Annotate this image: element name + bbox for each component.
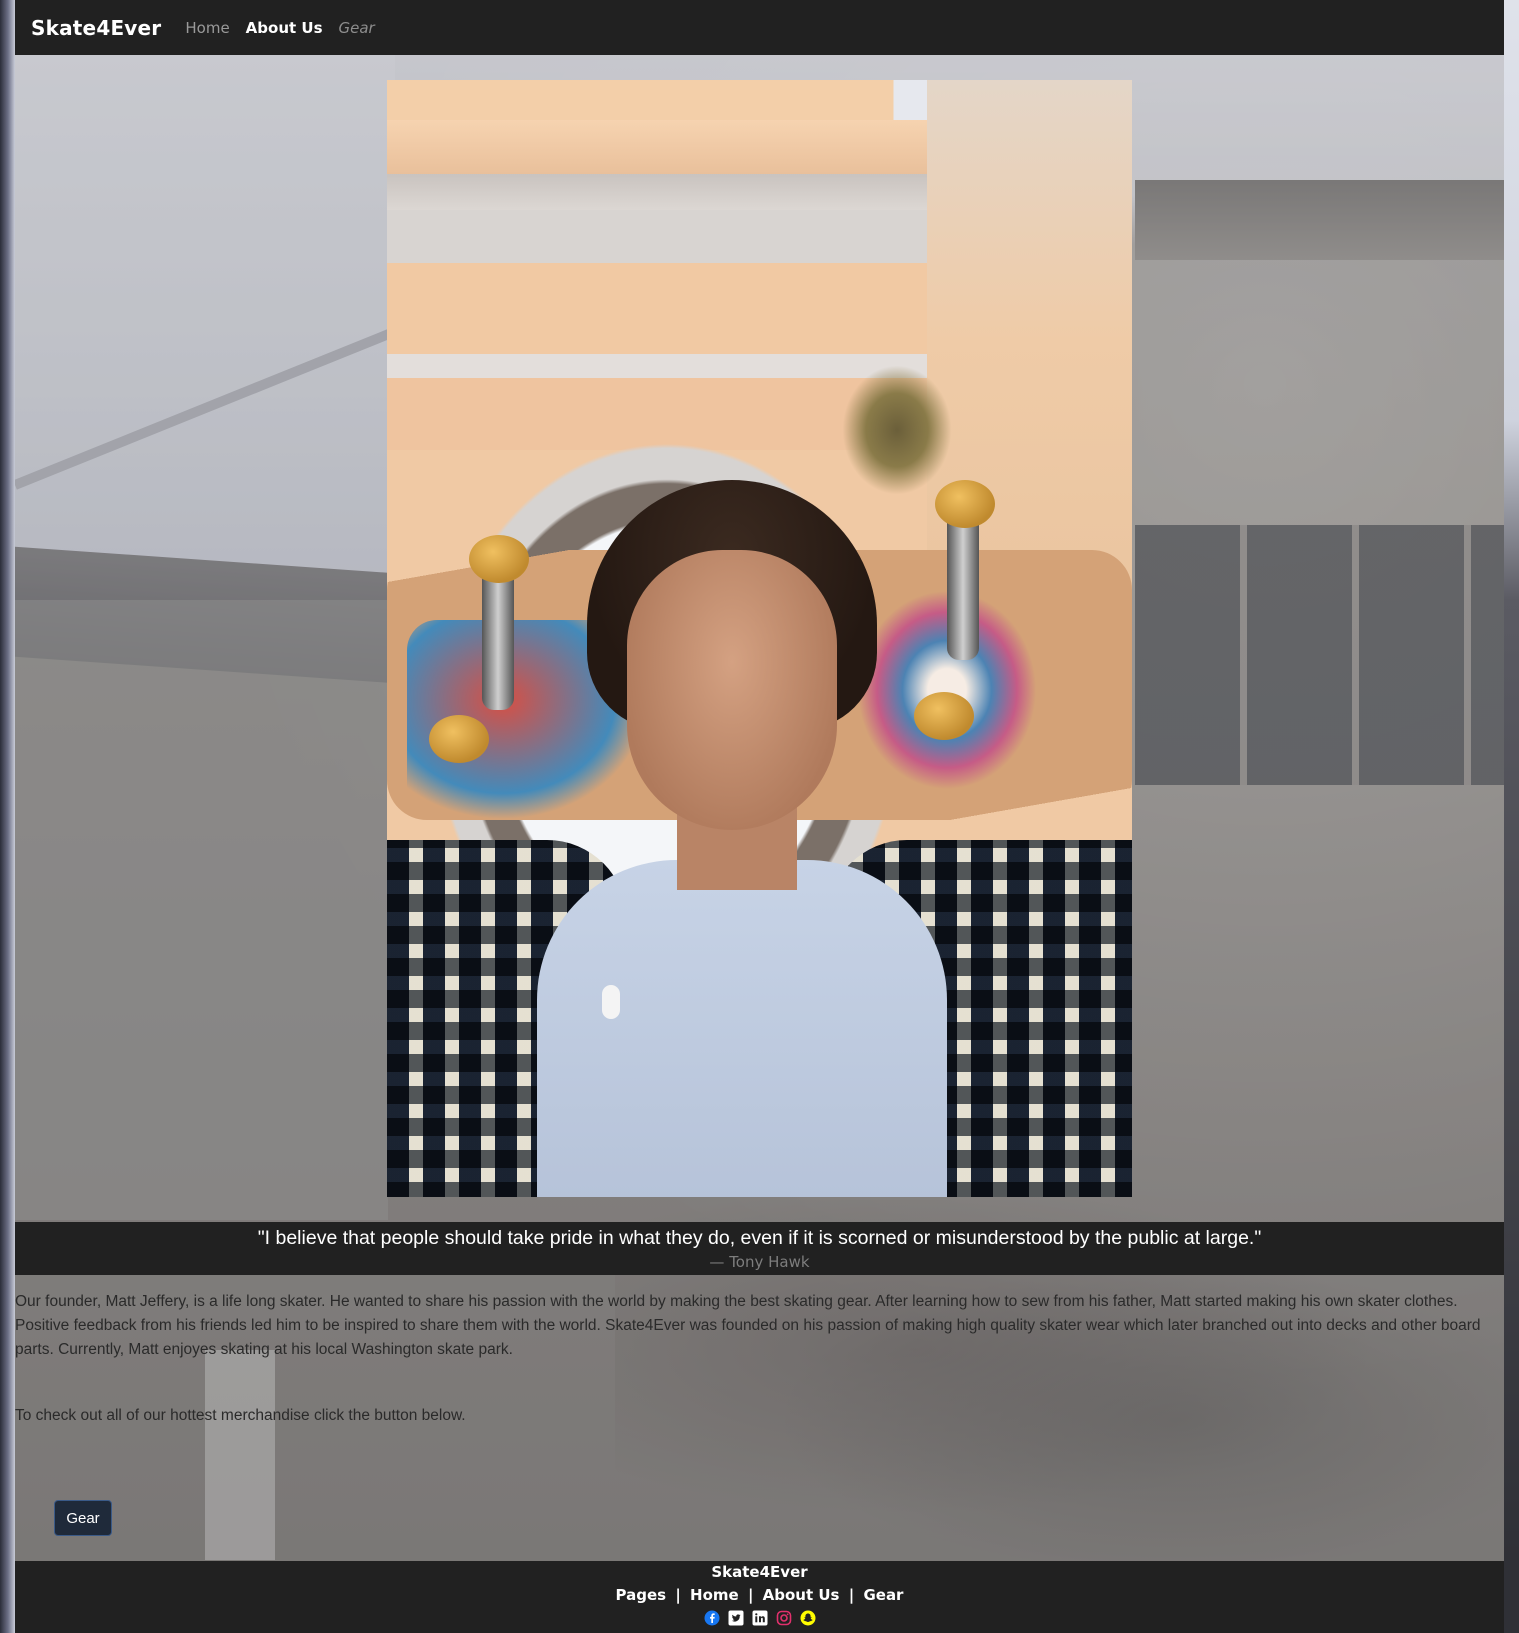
hero-shirt <box>537 860 947 1197</box>
hero-wheel <box>935 480 995 528</box>
page: Skate4Ever Home About Us Gear "I believe… <box>15 0 1504 1633</box>
hero-image <box>387 80 1132 1197</box>
hero-wheel <box>429 715 489 763</box>
footer: Skate4Ever Pages | Home | About Us | Gea… <box>15 1561 1504 1633</box>
about-section: Our founder, Matt Jeffery, is a life lon… <box>15 1290 1504 1362</box>
footer-links: Pages | Home | About Us | Gear <box>15 1586 1504 1604</box>
hero-wheel <box>469 535 529 583</box>
cta-text: To check out all of our hottest merchand… <box>15 1407 466 1424</box>
footer-brand: Skate4Ever <box>711 1563 808 1581</box>
nav-link-home[interactable]: Home <box>185 19 229 37</box>
gear-button[interactable]: Gear <box>54 1500 112 1536</box>
social-links <box>15 1610 1504 1626</box>
brand-logo[interactable]: Skate4Ever <box>31 16 161 40</box>
hero-ornament <box>842 365 952 495</box>
footer-link-pages[interactable]: Pages <box>616 1586 667 1604</box>
hero-face <box>627 550 837 830</box>
hero-earbud <box>602 985 620 1019</box>
nav-link-about-us[interactable]: About Us <box>246 19 323 37</box>
footer-link-home[interactable]: Home <box>690 1586 739 1604</box>
nav-link-gear[interactable]: Gear <box>339 19 375 37</box>
about-paragraph: Our founder, Matt Jeffery, is a life lon… <box>15 1293 1481 1358</box>
instagram-icon[interactable] <box>776 1610 792 1626</box>
quote-text: "I believe that people should take pride… <box>257 1227 1262 1249</box>
hero-truck-right <box>947 510 979 660</box>
snapchat-icon[interactable] <box>800 1610 816 1626</box>
footer-separator: | <box>675 1586 681 1604</box>
hero-cornice <box>387 120 947 210</box>
footer-link-about-us[interactable]: About Us <box>763 1586 840 1604</box>
linkedin-icon[interactable] <box>752 1610 768 1626</box>
facebook-icon[interactable] <box>704 1610 720 1626</box>
quote-author: — Tony Hawk <box>709 1253 810 1271</box>
twitter-icon[interactable] <box>728 1610 744 1626</box>
footer-separator: | <box>747 1586 754 1604</box>
footer-link-gear[interactable]: Gear <box>863 1586 903 1604</box>
footer-separator: | <box>848 1586 855 1604</box>
nav-links: Home About Us Gear <box>185 19 374 37</box>
quote-banner: "I believe that people should take pride… <box>15 1222 1504 1275</box>
navbar: Skate4Ever Home About Us Gear <box>15 0 1504 55</box>
background-overlay-left <box>15 600 388 1220</box>
hero-wheel <box>914 692 974 740</box>
